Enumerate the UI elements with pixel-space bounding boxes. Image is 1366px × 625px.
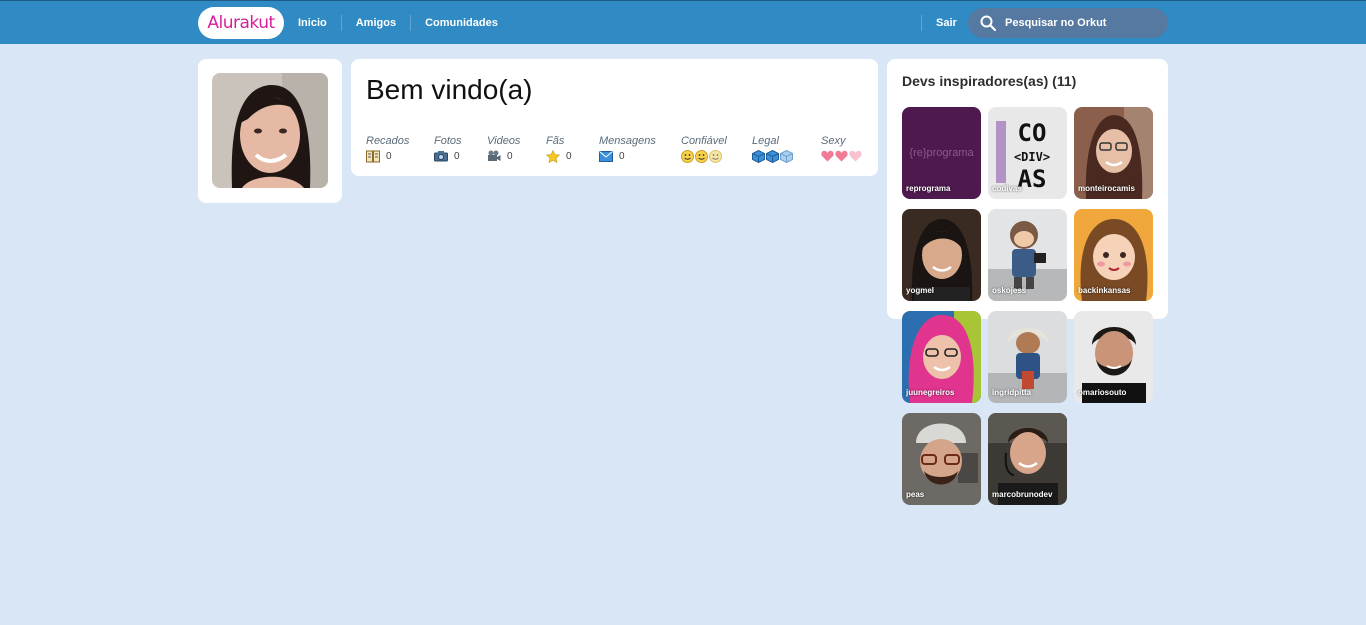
video-camera-icon (488, 150, 501, 161)
heart-icon (835, 150, 848, 162)
stat-fas[interactable]: Fãs 0 (546, 135, 572, 163)
friend-name: yogmel (906, 286, 935, 295)
nav-inicio-link[interactable]: Inicio (284, 15, 342, 31)
stat-mensagens[interactable]: Mensagens 0 (599, 135, 656, 163)
stat-confiavel[interactable]: Confiável (681, 135, 727, 163)
ice-cube-icon (752, 149, 765, 163)
friend-name: reprograma (906, 184, 951, 193)
stat-value: 0 (507, 150, 513, 162)
stat-sexy[interactable]: Sexy (821, 135, 862, 163)
friend-name: juunegreiros (906, 388, 955, 397)
stat-label: Recados (366, 135, 410, 147)
profile-stats: Recados 0 Fotos 0 Videos 0 Fãs 0 Mensage… (366, 135, 868, 165)
stat-label: Legal (752, 135, 779, 147)
envelope-icon (599, 150, 613, 162)
friend-juunegreiros[interactable]: juunegreiros (902, 311, 981, 403)
friend-marcobrunodev[interactable]: marcobrunodev (988, 413, 1067, 505)
stat-label: Videos (487, 135, 521, 147)
stat-label: Mensagens (599, 135, 656, 147)
confiavel-rating (681, 149, 727, 163)
book-icon (366, 150, 380, 162)
svg-text:CO: CO (1018, 119, 1047, 147)
stat-fotos[interactable]: Fotos 0 (434, 135, 462, 163)
stat-videos[interactable]: Videos 0 (487, 135, 520, 163)
nav-comunidades-link[interactable]: Comunidades (411, 15, 512, 31)
friend-monteirocamis[interactable]: monteirocamis (1074, 107, 1153, 199)
friend-name: backinkansas (1078, 286, 1131, 295)
legal-rating (752, 149, 793, 163)
friend-name: marcobrunodev (992, 490, 1053, 499)
friend-name: omariosouto (1078, 388, 1127, 397)
profile-avatar[interactable] (212, 73, 328, 188)
friend-ingridpitta[interactable]: ingridpitta (988, 311, 1067, 403)
alurakut-logo[interactable]: Alurakut (198, 7, 284, 39)
smiley-icon (709, 149, 722, 163)
friend-name: peas (906, 490, 925, 499)
welcome-title: Bem vindo(a) (366, 74, 533, 105)
star-icon (546, 149, 560, 163)
stat-value: 0 (566, 150, 572, 162)
heart-icon (849, 150, 862, 162)
svg-text:{re}programa: {re}programa (909, 147, 974, 159)
search-input[interactable] (1005, 17, 1155, 29)
smiley-icon (681, 149, 694, 163)
nav-amigos-link[interactable]: Amigos (342, 15, 412, 31)
friend-yogmel[interactable]: yogmel (902, 209, 981, 301)
friend-peas[interactable]: peas (902, 413, 981, 505)
search-box[interactable] (968, 8, 1168, 38)
inspiring-devs-title: Devs inspiradores(as) (11) (902, 73, 1077, 89)
friend-name: oskojess (992, 286, 1027, 295)
profile-sidebar (198, 59, 342, 203)
friend-name: ingridpitta (992, 388, 1032, 397)
stat-value: 0 (386, 150, 392, 162)
friend-reprograma[interactable]: {re}programa reprograma (902, 107, 981, 199)
stat-value: 0 (454, 150, 460, 162)
search-icon (980, 15, 996, 31)
stat-label: Confiável (681, 135, 727, 147)
friend-backinkansas[interactable]: backinkansas (1074, 209, 1153, 301)
svg-text:<DIV>: <DIV> (1014, 150, 1050, 164)
stat-label: Fãs (546, 135, 565, 147)
stat-value: 0 (619, 150, 625, 162)
friend-codivas[interactable]: CO <DIV> AS codivas (988, 107, 1067, 199)
ice-cube-icon (780, 149, 793, 163)
sexy-rating (821, 149, 862, 163)
stat-recados[interactable]: Recados 0 (366, 135, 409, 163)
ice-cube-icon (766, 149, 779, 163)
logout-link[interactable]: Sair (921, 15, 957, 31)
welcome-card: Bem vindo(a) Recados 0 Fotos 0 Videos 0 … (351, 59, 878, 176)
main-nav: Inicio Amigos Comunidades (284, 1, 512, 45)
friend-oskojess[interactable]: oskojess (988, 209, 1067, 301)
top-bar: Alurakut Inicio Amigos Comunidades Sair (0, 0, 1366, 44)
friend-name: codivas (992, 184, 1022, 193)
camera-icon (434, 151, 448, 162)
friend-name: monteirocamis (1078, 184, 1135, 193)
heart-icon (821, 150, 834, 162)
stat-label: Fotos (434, 135, 462, 147)
smiley-icon (695, 149, 708, 163)
friend-omariosouto[interactable]: omariosouto (1074, 311, 1153, 403)
stat-label: Sexy (821, 135, 846, 147)
stat-legal[interactable]: Legal (752, 135, 793, 163)
